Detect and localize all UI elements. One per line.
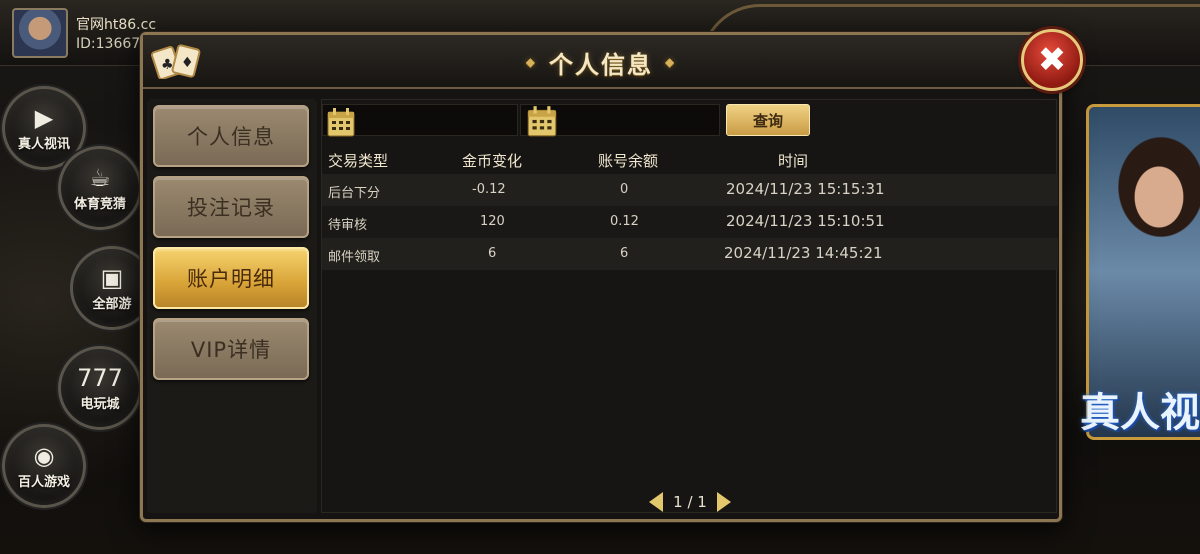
transaction-table: 后台下分 -0.12 0 2024/11/23 15:15:31 待审核 120… — [322, 174, 1058, 274]
cell-time: 2024/11/23 15:15:31 — [726, 180, 885, 198]
cell-change: 120 — [480, 214, 505, 229]
cell-time: 2024/11/23 15:10:51 — [726, 212, 885, 230]
nav-vip-details[interactable]: VIP详情 — [153, 318, 309, 380]
nav-label: 账户明细 — [187, 267, 275, 291]
slot-777-icon: 777 — [77, 363, 123, 392]
side-button-label: 电玩城 — [80, 396, 120, 412]
close-icon: ✖ — [1037, 40, 1067, 80]
video-camera-icon: ▶ — [34, 103, 54, 132]
query-label: 查询 — [752, 111, 783, 130]
nav-personal-info[interactable]: 个人信息 — [153, 105, 309, 167]
side-button-multiplayer[interactable]: ◉ 百人游戏 — [2, 424, 86, 508]
personal-info-dialog: ♣ ♦ ◆ 个人信息 ◆ ✖ 个人信息 投注记录 账户明细 VIP详情 查询 交… — [140, 29, 1083, 522]
grid-icon: ▣ — [100, 263, 124, 292]
column-header-type: 交易类型 — [328, 152, 389, 170]
side-button-label: 全部游 — [92, 296, 132, 312]
trophy-icon: ☕ — [89, 163, 111, 192]
nav-bet-records[interactable]: 投注记录 — [153, 176, 309, 238]
side-button-label: 真人视讯 — [17, 136, 70, 152]
dialog-header: ♣ ♦ ◆ 个人信息 ◆ — [143, 35, 1059, 89]
title-ornament-icon: ◆ — [665, 55, 677, 69]
dialog-title-wrap: ◆ 个人信息 ◆ — [143, 35, 1059, 89]
column-header-time: 时间 — [778, 152, 809, 170]
nav-label: 个人信息 — [187, 125, 275, 149]
dialog-nav: 个人信息 投注记录 账户明细 VIP详情 — [147, 99, 317, 513]
start-date-field[interactable] — [322, 104, 518, 137]
cell-balance: 6 — [620, 246, 629, 261]
calendar-icon — [327, 108, 355, 137]
table-row: 待审核 120 0.12 2024/11/23 15:10:51 — [322, 206, 1058, 238]
side-button-sports[interactable]: ☕ 体育竞猜 — [58, 146, 142, 230]
chip-icon: ◉ — [33, 441, 55, 470]
prev-page-icon[interactable] — [649, 492, 664, 512]
side-button-label: 体育竞猜 — [73, 196, 126, 212]
pagination: 1 / 1 — [322, 490, 1058, 514]
date-filter-row: 查询 — [322, 102, 1058, 138]
page-indicator: 1 / 1 — [673, 493, 707, 511]
nav-account-details[interactable]: 账户明细 — [153, 247, 309, 309]
query-button[interactable]: 查询 — [726, 104, 810, 136]
calendar-icon — [527, 106, 557, 137]
column-header-change: 金币变化 — [462, 152, 523, 170]
player-name: 官网ht86.cc — [76, 17, 157, 33]
column-header-balance: 账号余额 — [598, 152, 659, 170]
nav-label: 投注记录 — [187, 196, 275, 220]
player-id: ID:13667 — [76, 36, 141, 52]
table-row: 邮件领取 6 6 2024/11/23 14:45:21 — [322, 238, 1058, 270]
side-button-arcade[interactable]: 777 电玩城 — [58, 346, 142, 430]
cell-type: 邮件领取 — [328, 250, 381, 265]
side-button-label: 百人游戏 — [17, 474, 70, 490]
table-row: 后台下分 -0.12 0 2024/11/23 15:15:31 — [322, 174, 1058, 206]
title-ornament-icon: ◆ — [525, 55, 537, 69]
next-page-icon[interactable] — [716, 492, 731, 512]
cell-type: 待审核 — [328, 218, 368, 233]
close-button[interactable]: ✖ — [1021, 29, 1083, 91]
cell-balance: 0 — [620, 182, 629, 197]
cell-change: 6 — [488, 246, 497, 261]
nav-label: VIP详情 — [190, 338, 272, 362]
dialog-title: 个人信息 — [549, 50, 653, 79]
cell-change: -0.12 — [472, 182, 506, 197]
account-details-panel: 查询 交易类型 金币变化 账号余额 时间 后台下分 -0.12 0 2024/1… — [321, 99, 1058, 514]
cell-balance: 0.12 — [610, 214, 639, 229]
table-header: 交易类型 金币变化 账号余额 时间 — [322, 146, 1058, 172]
avatar[interactable] — [12, 8, 68, 58]
cell-time: 2024/11/23 14:45:21 — [724, 244, 883, 262]
promo-title: 真人视 — [1080, 390, 1200, 436]
end-date-field[interactable] — [520, 104, 720, 137]
cell-type: 后台下分 — [328, 186, 381, 201]
